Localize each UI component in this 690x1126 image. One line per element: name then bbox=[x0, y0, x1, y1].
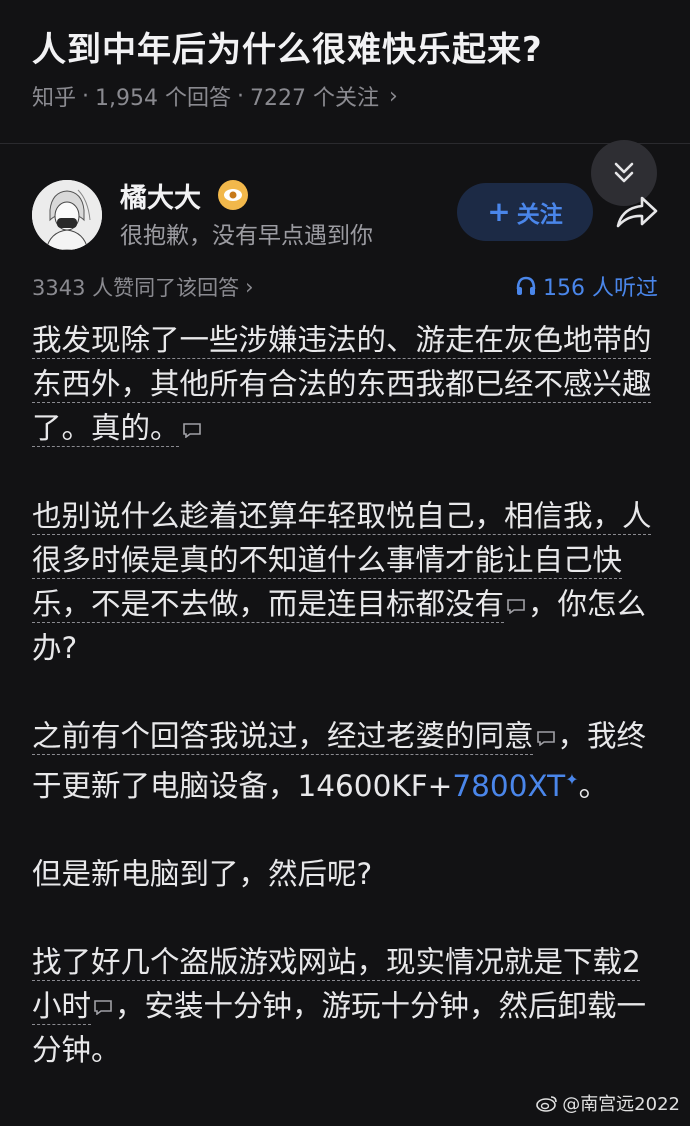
follow-button[interactable]: + 关注 bbox=[457, 183, 593, 241]
chevron-right-icon: › bbox=[245, 275, 254, 299]
question-title[interactable]: 人到中年后为什么很难快乐起来? bbox=[32, 22, 543, 71]
question-meta[interactable]: 知乎 · 1,954 个回答 · 7227 个关注 › bbox=[32, 80, 398, 112]
answer-paragraph: 但是新电脑到了，然后呢? bbox=[32, 856, 373, 891]
answer-count: 1,954 个回答 bbox=[95, 86, 231, 111]
author-bio: 很抱歉，没有早点遇到你 bbox=[120, 223, 373, 249]
answer-paragraph: 也别说什么趁着还算年轻取悦自己，相信我，人很多时候是真的不知道什么事情才能让自己… bbox=[32, 499, 652, 665]
eye-badge-icon bbox=[218, 180, 248, 210]
divider bbox=[0, 143, 690, 144]
answer-paragraph: 我发现除了一些涉嫌违法的、游走在灰色地带的东西外，其他所有合法的东西我都已经不感… bbox=[32, 323, 652, 445]
comment-bubble-icon[interactable] bbox=[182, 422, 202, 438]
product-link[interactable]: 7800XT bbox=[452, 769, 565, 803]
comment-bubble-icon[interactable] bbox=[93, 999, 113, 1016]
likes-count[interactable]: 3343 人赞同了该回答 › bbox=[32, 272, 254, 302]
follow-label: 关注 bbox=[516, 202, 563, 228]
source-label: 知乎 bbox=[32, 86, 77, 111]
follow-count: 7227 个关注 bbox=[250, 86, 379, 111]
answer-paragraph: 之前有个回答我说过，经过老婆的同意 ，我终于更新了电脑设备，14600KF+780… bbox=[32, 719, 647, 803]
likes-label: 3343 人赞同了该回答 bbox=[32, 276, 240, 300]
weibo-logo-icon bbox=[536, 1096, 557, 1112]
avatar[interactable] bbox=[32, 180, 102, 250]
sparkle-icon: ✦ bbox=[565, 770, 579, 789]
chevron-right-icon: › bbox=[388, 83, 398, 109]
headphones-icon bbox=[516, 276, 536, 295]
author-name[interactable]: 橘大大 bbox=[120, 176, 201, 215]
comment-bubble-icon[interactable] bbox=[506, 598, 526, 614]
watermark-text: @南宫远2022 bbox=[562, 1094, 680, 1115]
comment-bubble-icon[interactable] bbox=[536, 730, 556, 746]
listen-label: 156 人听过 bbox=[543, 276, 658, 301]
share-arrow-icon[interactable] bbox=[614, 194, 660, 230]
answer-paragraph: 找了好几个盗版游戏网站，现实情况就是下载2小时 ，安装十分钟，游玩十分钟，然后卸载… bbox=[32, 944, 647, 1067]
watermark: @南宫远2022 bbox=[536, 1090, 680, 1116]
answer-body: 我发现除了一些涉嫌违法的、游走在灰色地带的东西外，其他所有合法的东西我都已经不感… bbox=[32, 318, 662, 1116]
plus-icon: + bbox=[487, 195, 511, 228]
listen-count[interactable]: 156 人听过 bbox=[515, 270, 658, 302]
double-chevron-down-icon bbox=[614, 162, 634, 183]
